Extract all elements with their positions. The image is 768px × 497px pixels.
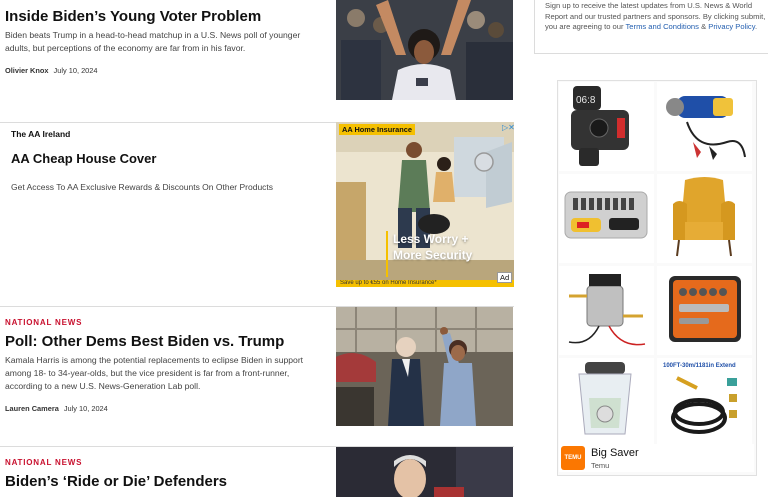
privacy-policy-link[interactable]: Privacy Policy	[708, 22, 755, 31]
ad-tagline: Less Worry + More Security	[386, 231, 505, 277]
temu-ad-subtitle: Temu	[591, 461, 610, 470]
author-name[interactable]: Olivier Knox	[5, 66, 49, 75]
product-tile-air-compressor[interactable]	[657, 82, 752, 171]
sponsored-title[interactable]: AA Cheap House Cover	[11, 151, 156, 166]
ad-brand-tag: AA Home Insurance	[339, 124, 415, 135]
temu-logo: TEMU	[561, 446, 585, 470]
article-thumbnail[interactable]	[336, 447, 513, 497]
sponsored-description: Get Access To AA Exclusive Rewards & Dis…	[11, 182, 274, 192]
legal-joiner: &	[698, 22, 709, 31]
adchoices-icon[interactable]: ▷✕	[502, 123, 515, 132]
article-headline[interactable]: Poll: Other Dems Best Biden vs. Trump	[5, 333, 284, 350]
product-tile-fuel-pump[interactable]	[559, 266, 654, 355]
article-summary: Biden beats Trump in a head-to-head matc…	[5, 30, 301, 53]
tile-display-text: 06:8	[576, 95, 596, 106]
article-headline[interactable]: Inside Biden’s Young Voter Problem	[5, 8, 261, 25]
temu-advertiser-row[interactable]: TEMU Big Saver Temu	[559, 444, 754, 472]
product-tile-jump-starter[interactable]: 06:8	[559, 82, 654, 171]
ad-footer-text: Save up to €55 on Home Insurance*	[340, 280, 437, 286]
newsletter-legal-text: Sign up to receive the latest updates fr…	[545, 1, 767, 33]
ad-tagline-line2: More Security	[393, 248, 473, 262]
section-kicker[interactable]: NATIONAL NEWS	[5, 458, 82, 467]
ad-tagline-line1: Less Worry +	[393, 232, 469, 246]
publish-date: July 10, 2024	[53, 66, 98, 75]
product-tile-food-chopper[interactable]	[559, 358, 654, 447]
product-tile-armchair[interactable]	[657, 174, 752, 263]
product-tile-ratchet-set[interactable]	[657, 266, 752, 355]
product-tile-screwdriver-set[interactable]	[559, 174, 654, 263]
temu-ad-title[interactable]: Big Saver	[591, 447, 639, 459]
terms-link[interactable]: Terms and Conditions	[626, 22, 699, 31]
article-thumbnail[interactable]	[336, 0, 513, 100]
sponsor-name: The AA Ireland	[11, 129, 71, 139]
article-headline[interactable]: Biden’s ‘Ride or Die’ Defenders	[5, 473, 227, 490]
tile-hose-text: 100FT-30m/1181in Extend	[663, 363, 736, 369]
author-name[interactable]: Lauren Camera	[5, 404, 59, 413]
article-byline: Lauren Camera July 10, 2024	[5, 404, 108, 413]
ad-footer-bar: Save up to €55 on Home Insurance*	[336, 280, 514, 287]
product-tile-garden-hose[interactable]: 100FT-30m/1181in Extend	[657, 358, 752, 447]
section-kicker[interactable]: NATIONAL NEWS	[5, 318, 82, 327]
publish-date: July 10, 2024	[63, 404, 108, 413]
ad-label: Ad	[497, 272, 513, 283]
article-byline: Olivier Knox July 10, 2024	[5, 66, 98, 75]
article-summary: Kamala Harris is among the potential rep…	[5, 355, 304, 391]
article-thumbnail[interactable]	[336, 307, 513, 426]
legal-end: .	[754, 22, 758, 31]
